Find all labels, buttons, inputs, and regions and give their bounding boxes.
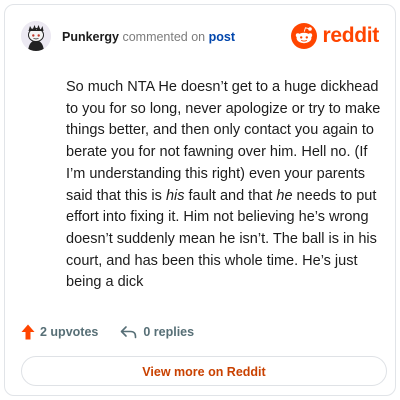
reddit-brand[interactable]: reddit: [291, 22, 379, 50]
comment-emphasis-he: he: [276, 187, 293, 204]
upvote-arrow-icon: [21, 324, 35, 340]
username-link[interactable]: Punkergy: [62, 30, 119, 44]
reply-count: 0 replies: [143, 325, 195, 339]
comment-text-part: So much NTA He doesn’t get to a huge dic…: [66, 79, 381, 204]
byline-action-text: commented on: [122, 30, 206, 44]
user-avatar[interactable]: [21, 21, 51, 51]
comment-header: Punkergy commented on post reddit: [21, 19, 379, 55]
comment-actions: 2 upvotes 0 replies: [21, 322, 194, 342]
comment-text-part: fault and that: [184, 187, 277, 204]
reply-arrow-icon: [121, 326, 137, 339]
upvote-count: 2 upvotes: [40, 325, 99, 339]
view-more-button[interactable]: View more on Reddit: [21, 356, 387, 386]
comment-embed-card: Punkergy commented on post reddit So muc…: [4, 4, 396, 396]
comment-emphasis-his: his: [165, 187, 185, 204]
comment-body: So much NTA He doesn’t get to a huge dic…: [66, 77, 384, 294]
snoo-avatar-icon: [21, 21, 51, 51]
reply-button[interactable]: 0 replies: [120, 325, 194, 339]
reddit-logo-icon: [291, 23, 318, 49]
byline: Punkergy commented on post: [62, 30, 235, 44]
brand-wordmark: reddit: [322, 24, 379, 47]
upvote-button[interactable]: 2 upvotes: [21, 324, 98, 340]
post-link[interactable]: post: [209, 30, 235, 44]
